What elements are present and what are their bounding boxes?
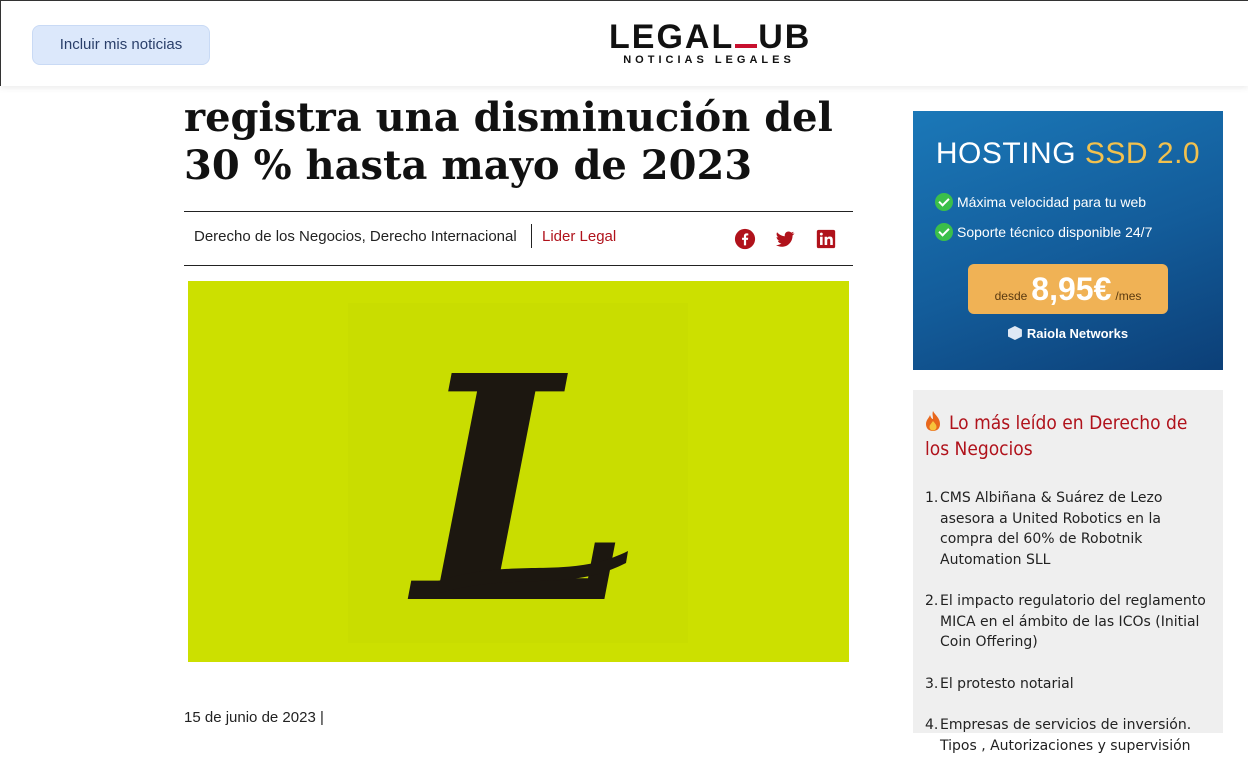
article-categories[interactable]: Derecho de los Negocios, Derecho Interna… xyxy=(194,228,517,245)
most-read-title-text: Lo más leído en Derecho de los Negocios xyxy=(925,412,1188,460)
item-number: 1. xyxy=(925,490,939,506)
include-my-news-button[interactable]: Incluir mis noticias xyxy=(32,25,210,65)
item-text: El protesto notarial xyxy=(940,675,1074,692)
ad-title-main: HOSTING xyxy=(935,137,1085,170)
twitter-icon[interactable] xyxy=(774,228,796,250)
most-read-item[interactable]: 2. El impacto regulatorio del reglamento … xyxy=(925,591,1215,653)
item-number: 4. xyxy=(925,717,939,733)
fire-icon xyxy=(926,411,940,431)
hero-letter-glyph: L xyxy=(405,309,633,662)
ad-title-accent: SSD 2.0 xyxy=(1084,137,1201,170)
most-read-item[interactable]: 1. CMS Albiñana & Suárez de Lezo asesora … xyxy=(925,488,1215,570)
ad-brand-text: Raiola Networks xyxy=(1026,326,1129,341)
site-logo[interactable]: LEGAL UB NOTICIAS LEGALES xyxy=(609,19,809,66)
most-read-list: 1. CMS Albiñana & Suárez de Lezo asesora … xyxy=(925,488,1215,777)
ad-brand: Raiola Networks xyxy=(913,326,1223,341)
ad-price-amount: 8,95€ xyxy=(1031,271,1112,307)
logo-bar xyxy=(735,44,758,48)
article-meta-bar: Derecho de los Negocios, Derecho Interna… xyxy=(184,211,853,266)
ad-price-button[interactable]: desde 8,95€/mes xyxy=(968,264,1168,314)
facebook-icon[interactable] xyxy=(734,228,756,250)
most-read-title: Lo más leído en Derecho de los Negocios xyxy=(925,410,1215,462)
blackletter-l-logo: L xyxy=(405,309,633,662)
logo-tagline: NOTICIAS LEGALES xyxy=(623,54,795,66)
ad-price-from: desde xyxy=(994,289,1028,303)
ad-feature-2: Soporte técnico disponible 24/7 xyxy=(935,223,1153,241)
most-read-item[interactable]: 3. El protesto notarial xyxy=(925,674,1215,695)
logo-wordmark: LEGAL UB xyxy=(609,19,809,55)
item-number: 2. xyxy=(925,593,939,609)
check-icon xyxy=(935,223,953,241)
meta-separator xyxy=(531,224,532,248)
linkedin-icon[interactable] xyxy=(815,228,837,250)
most-read-sidebar: Lo más leído en Derecho de los Negocios … xyxy=(913,390,1223,754)
item-text: El impacto regulatorio del reglamento MI… xyxy=(940,593,1206,650)
ad-feature-1: Máxima velocidad para tu web xyxy=(935,193,1147,211)
raiola-logo-icon xyxy=(1007,326,1022,340)
article-hero-image: L xyxy=(188,281,849,662)
check-icon xyxy=(935,193,953,211)
item-text: Empresas de servicios de inversión. Tipo… xyxy=(940,717,1192,754)
ad-feature-2-text: Soporte técnico disponible 24/7 xyxy=(957,224,1153,240)
article-author-link[interactable]: Lider Legal xyxy=(542,228,616,245)
item-text: CMS Albiñana & Suárez de Lezo asesora a … xyxy=(940,490,1163,568)
article-headline: registra una disminución del 30 % hasta … xyxy=(184,94,833,189)
logo-left-text: LEGAL xyxy=(609,18,735,56)
item-number: 3. xyxy=(925,675,939,692)
hosting-ad-banner[interactable]: HOSTING SSD 2.0 Máxima velocidad para tu… xyxy=(913,111,1223,370)
ad-title: HOSTING SSD 2.0 xyxy=(913,137,1223,171)
article-date: 15 de junio de 2023 | xyxy=(184,709,324,726)
most-read-item[interactable]: 4. Empresas de servicios de inversión. Ti… xyxy=(925,715,1215,756)
site-header: Incluir mis noticias LEGAL UB NOTICIAS LE… xyxy=(0,0,1248,86)
ad-feature-1-text: Máxima velocidad para tu web xyxy=(957,194,1147,210)
logo-right-text: UB xyxy=(758,18,812,56)
ad-price-per: /mes xyxy=(1115,289,1142,303)
